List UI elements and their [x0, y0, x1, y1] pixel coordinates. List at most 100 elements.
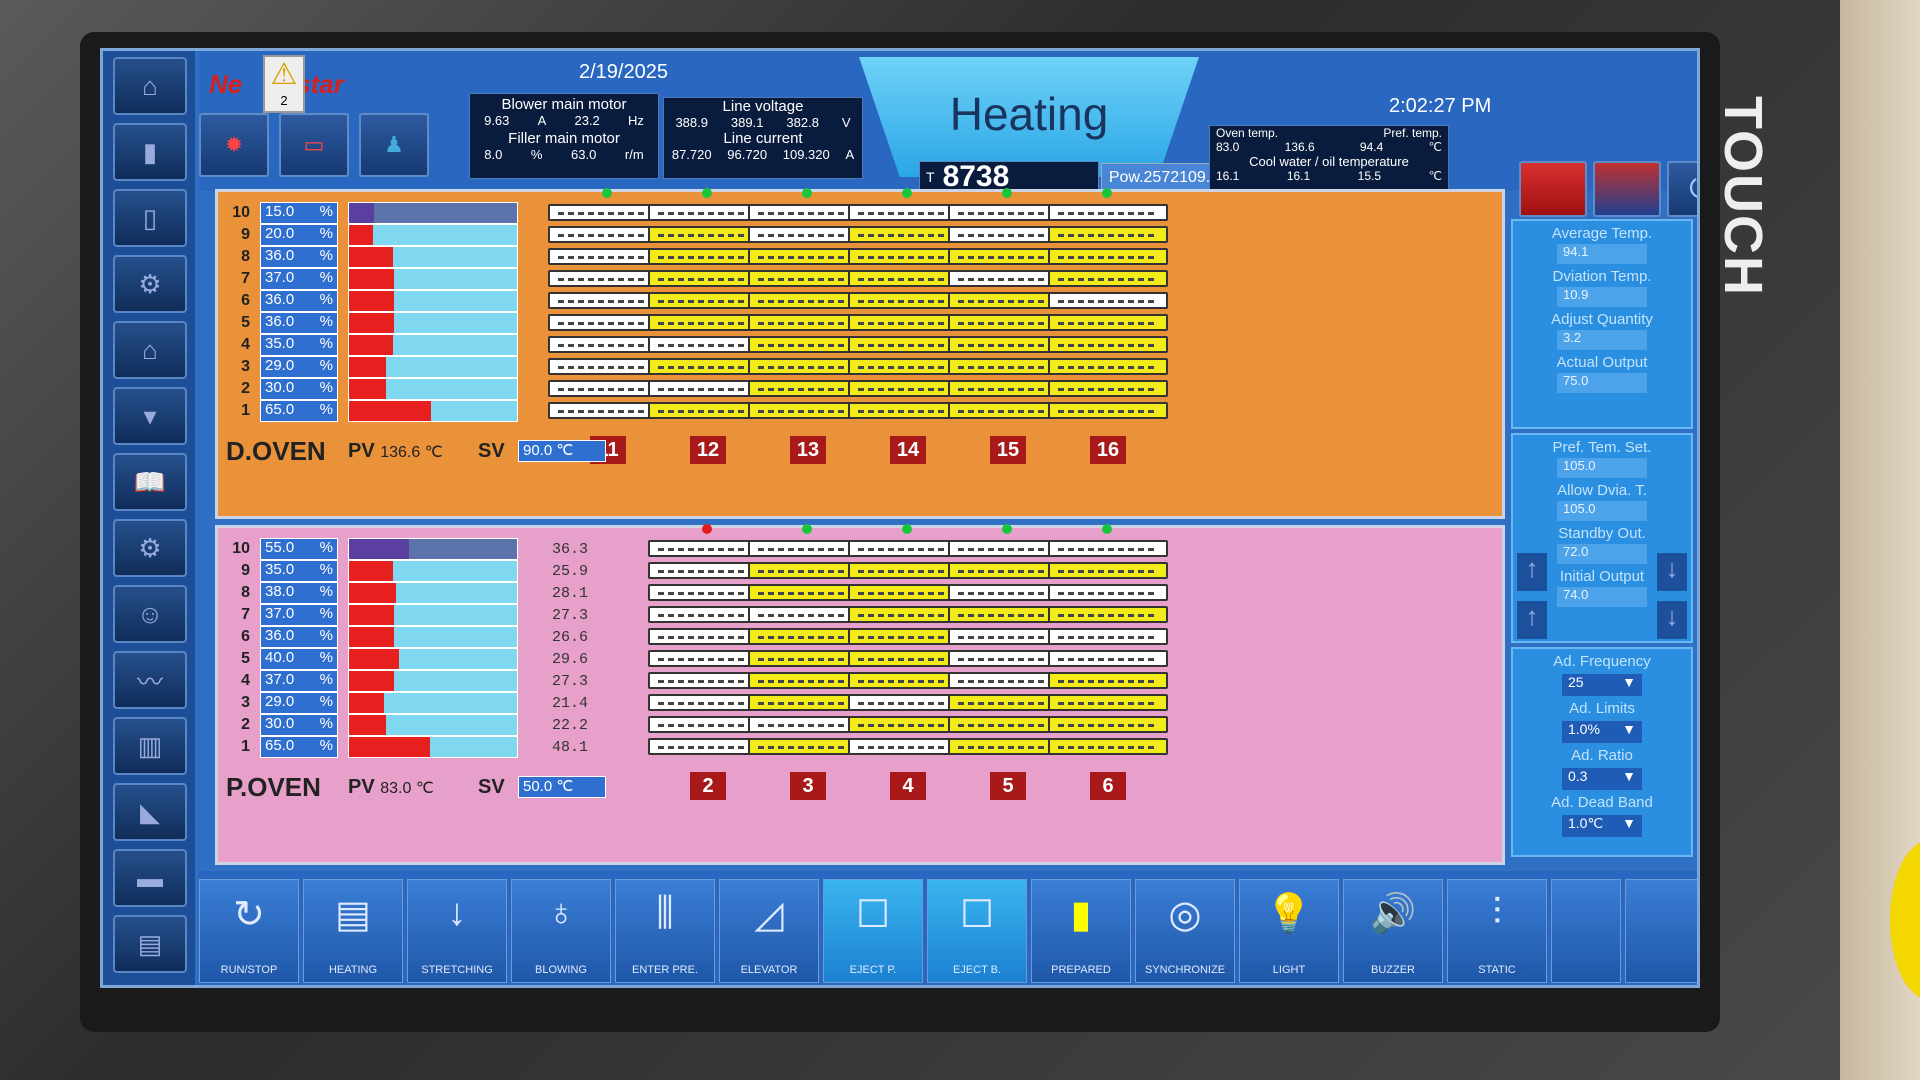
- sv-input[interactable]: 50.0 ℃: [518, 776, 606, 798]
- operator-button[interactable]: ♟: [359, 113, 429, 177]
- zone-percent[interactable]: 29.0%: [260, 692, 338, 714]
- warning-indicator[interactable]: ⚠ 2: [263, 55, 305, 113]
- mode-button[interactable]: ▭: [279, 113, 349, 177]
- nav-item-6[interactable]: ◣: [113, 783, 187, 841]
- zone-percent[interactable]: 30.0%: [260, 378, 338, 400]
- zone-percent[interactable]: 36.0%: [260, 246, 338, 268]
- zone-percent[interactable]: 36.0%: [260, 290, 338, 312]
- home-icon[interactable]: ⌂: [113, 57, 187, 115]
- ad-ratio-select[interactable]: 0.3 ▼: [1562, 768, 1642, 790]
- power-icon[interactable]: ⏻: [1667, 161, 1697, 217]
- zone-percent[interactable]: 37.0%: [260, 670, 338, 692]
- china-flag-button[interactable]: [1519, 161, 1587, 217]
- heating-button[interactable]: ▤ HEATING: [303, 879, 403, 983]
- zone-row: 6 36.0% 26.6: [226, 626, 588, 648]
- light-button[interactable]: 💡 LIGHT: [1239, 879, 1339, 983]
- trend-icon[interactable]: 〰: [113, 651, 187, 709]
- alarm-button[interactable]: ✹: [199, 113, 269, 177]
- heater-lamp[interactable]: [1048, 540, 1168, 557]
- heater-lamp[interactable]: [1048, 628, 1168, 645]
- zone-percent[interactable]: 65.0%: [260, 736, 338, 758]
- zone-percent[interactable]: 40.0%: [260, 648, 338, 670]
- zone-percent[interactable]: 37.0%: [260, 268, 338, 290]
- gears-icon[interactable]: ⚙: [113, 519, 187, 577]
- blank-button-1[interactable]: [1551, 879, 1621, 983]
- zone-percent[interactable]: 36.0%: [260, 312, 338, 334]
- zone-percent[interactable]: 20.0%: [260, 224, 338, 246]
- zone-reading: 22.2: [551, 716, 588, 734]
- zone-row: 4 35.0% 26.2: [226, 334, 588, 356]
- pref-set-value[interactable]: 105.0: [1557, 458, 1647, 478]
- heater-lamp[interactable]: [1048, 248, 1168, 265]
- heater-lamp[interactable]: [1048, 314, 1168, 331]
- elevator-button[interactable]: ◿ ELEVATOR: [719, 879, 819, 983]
- left-nav: ⌂ ▮ ▯ ⚙ ⌂ ▾ 📖 ⚙ ☺ 〰 ▥ ◣ ▬ ▤: [103, 51, 195, 985]
- allow-dev-value[interactable]: 105.0: [1557, 501, 1647, 521]
- book-icon[interactable]: 📖: [113, 453, 187, 511]
- zone-bar: [348, 714, 518, 736]
- heater-lamp[interactable]: [1048, 336, 1168, 353]
- zone-percent[interactable]: 30.0%: [260, 714, 338, 736]
- heater-lamp[interactable]: [1048, 562, 1168, 579]
- heater-lamp[interactable]: [1048, 716, 1168, 733]
- zone-percent[interactable]: 35.0%: [260, 560, 338, 582]
- prepared-button[interactable]: ▮ PREPARED: [1031, 879, 1131, 983]
- zone-number: 10: [232, 204, 250, 221]
- person-icon[interactable]: ☺: [113, 585, 187, 643]
- ad-limits-select[interactable]: 1.0% ▼: [1562, 721, 1642, 743]
- heater-lamp[interactable]: [1048, 584, 1168, 601]
- bar-chart-icon[interactable]: ▥: [113, 717, 187, 775]
- heater-lamp[interactable]: [1048, 270, 1168, 287]
- nav-item-7[interactable]: ▬: [113, 849, 187, 907]
- zone-bar-fill: [349, 203, 375, 223]
- nav-item-3[interactable]: ⚙: [113, 255, 187, 313]
- blowing-button[interactable]: ♁ BLOWING: [511, 879, 611, 983]
- synchronize-button[interactable]: ◎ SYNCHRONIZE: [1135, 879, 1235, 983]
- heater-lamp[interactable]: [1048, 402, 1168, 419]
- nav-item-8[interactable]: ▤: [113, 915, 187, 973]
- standby-down-icon[interactable]: ↓: [1657, 553, 1687, 591]
- heater-lamp[interactable]: [1048, 694, 1168, 711]
- heater-lamp[interactable]: [1048, 738, 1168, 755]
- buzzer-button[interactable]: 🔊 BUZZER: [1343, 879, 1443, 983]
- heater-lamp[interactable]: [1048, 380, 1168, 397]
- heater-lamp[interactable]: [1048, 204, 1168, 221]
- heater-lamp[interactable]: [1048, 650, 1168, 667]
- ad-dead-select[interactable]: 1.0℃ ▼: [1562, 815, 1642, 837]
- eject-b-button[interactable]: ☐ EJECT B.: [927, 879, 1027, 983]
- initial-down-icon[interactable]: ↓: [1657, 601, 1687, 639]
- zone-percent-unit: %: [319, 627, 333, 644]
- zone-percent[interactable]: 65.0%: [260, 400, 338, 422]
- ad-freq-select[interactable]: 25 ▼: [1562, 674, 1642, 696]
- nav-item-4[interactable]: ⌂: [113, 321, 187, 379]
- nav-item-5[interactable]: ▾: [113, 387, 187, 445]
- nav-item-1[interactable]: ▮: [113, 123, 187, 181]
- zone-percent[interactable]: 35.0%: [260, 334, 338, 356]
- nav-item-2[interactable]: ▯: [113, 189, 187, 247]
- run-stop-button[interactable]: ↻ RUN/STOP: [199, 879, 299, 983]
- heater-lamp[interactable]: [1048, 292, 1168, 309]
- yellow-bottle-icon: ▮: [1070, 894, 1092, 936]
- zone-percent[interactable]: 15.0%: [260, 202, 338, 224]
- zone-percent[interactable]: 55.0%: [260, 538, 338, 560]
- eject-p-button[interactable]: ☐ EJECT P.: [823, 879, 923, 983]
- stretching-button[interactable]: ↓ STRETCHING: [407, 879, 507, 983]
- zone-percent[interactable]: 38.0%: [260, 582, 338, 604]
- standby-value[interactable]: 72.0: [1557, 544, 1647, 564]
- sv-input[interactable]: 90.0 ℃: [518, 440, 606, 462]
- zone-percent[interactable]: 37.0%: [260, 604, 338, 626]
- zone-percent[interactable]: 36.0%: [260, 626, 338, 648]
- static-button[interactable]: ⫶ STATIC: [1447, 879, 1547, 983]
- heater-lamp[interactable]: [1048, 358, 1168, 375]
- heater-lamp[interactable]: [1048, 606, 1168, 623]
- standby-up-icon[interactable]: ↑: [1517, 553, 1547, 591]
- heater-lamp[interactable]: [1048, 226, 1168, 243]
- initial-output-value[interactable]: 74.0: [1557, 587, 1647, 607]
- zone-percent[interactable]: 29.0%: [260, 356, 338, 378]
- initial-up-icon[interactable]: ↑: [1517, 601, 1547, 639]
- uk-flag-button[interactable]: [1593, 161, 1661, 217]
- blank-button-2[interactable]: [1625, 879, 1697, 983]
- heater-lamp[interactable]: [1048, 672, 1168, 689]
- enter-pre-button[interactable]: ⫼ ENTER PRE.: [615, 879, 715, 983]
- zone-percent-value: 29.0: [265, 357, 295, 374]
